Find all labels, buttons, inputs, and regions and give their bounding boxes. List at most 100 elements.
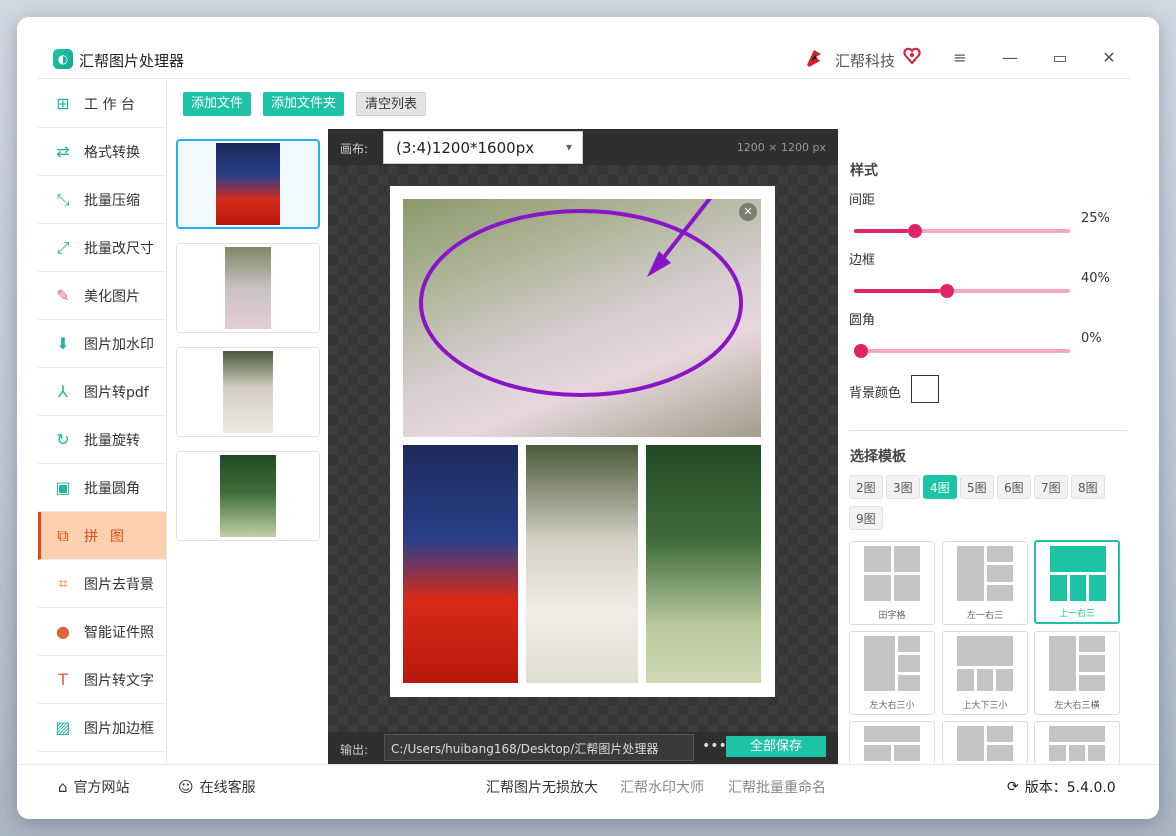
compress-icon: ⤡ — [56, 189, 70, 209]
template-card-partial[interactable] — [849, 721, 935, 764]
sidebar-item-label: 工 作 台 — [84, 96, 135, 113]
template-card-top-one-right-three[interactable]: 上一右三 — [1034, 540, 1120, 624]
sidebar-item-watermark[interactable]: ⬇ 图片加水印 — [38, 320, 166, 368]
template-card-left-big-right-three[interactable]: 左大右三小 — [849, 631, 935, 715]
radius-slider[interactable] — [854, 344, 1070, 358]
sidebar-item-compress[interactable]: ⤡ 批量压缩 — [38, 176, 166, 224]
maximize-icon[interactable]: ▭ — [1051, 49, 1069, 67]
template-name: 上大下三小 — [962, 701, 1008, 711]
footer-link-upscale[interactable]: 汇帮图片无损放大 — [486, 777, 598, 797]
clear-list-button[interactable]: 清空列表 — [356, 92, 427, 116]
thumbnail-item[interactable] — [176, 139, 320, 229]
sidebar-item-beautify[interactable]: ✎ 美化图片 — [38, 272, 166, 320]
thumbnail-image — [223, 351, 273, 433]
collage-photo-bottom-2[interactable] — [526, 445, 638, 683]
template-count-2[interactable]: 2图 — [849, 475, 883, 499]
border-slider[interactable] — [854, 284, 1070, 298]
pdf-icon: ⅄ — [58, 382, 68, 401]
rounded-corner-icon: ▣ — [55, 478, 71, 497]
template-count-7[interactable]: 7图 — [1034, 475, 1068, 499]
sidebar-item-id-photo[interactable]: ● 智能证件照 — [38, 608, 166, 656]
footer-link-watermark[interactable]: 汇帮水印大师 — [620, 777, 704, 797]
template-count-3[interactable]: 3图 — [886, 475, 920, 499]
app-logo-icon: ◐ — [53, 49, 73, 69]
sidebar-item-puzzle[interactable]: ⧉ 拼图 — [38, 512, 166, 560]
sidebar-item-workbench[interactable]: ⊞ 工 作 台 — [38, 80, 166, 128]
sidebar-item-pdf[interactable]: ⅄ 图片转pdf — [38, 368, 166, 416]
template-layout — [1049, 726, 1105, 761]
frame-icon: ▨ — [55, 718, 71, 737]
collage-photo-bottom-1[interactable] — [403, 445, 518, 683]
canvas-area: 画布: (3:4)1200*1600px ▾ 1200 × 1200 px ✕ — [328, 129, 838, 764]
sidebar-item-rounded[interactable]: ▣ 批量圆角 — [38, 464, 166, 512]
template-count-4[interactable]: 4图 — [923, 475, 957, 499]
version-info[interactable]: ⟳ 版本：5.4.0.0 — [1007, 777, 1116, 797]
bg-color-label: 背景颜色 — [849, 386, 902, 401]
template-card-partial[interactable] — [1034, 721, 1120, 764]
heart-icon[interactable] — [903, 47, 921, 65]
canvas-dimensions: 1200 × 1200 px — [736, 141, 826, 154]
sidebar-item-resize[interactable]: ⤢ 批量改尺寸 — [38, 224, 166, 272]
bg-color-swatch[interactable] — [911, 375, 939, 403]
spacing-slider[interactable] — [854, 224, 1070, 238]
border-value: 40% — [1081, 271, 1110, 286]
slider-knob[interactable] — [940, 284, 955, 298]
slider-knob[interactable] — [854, 344, 868, 358]
official-website-link[interactable]: ⌂ 官方网站 — [58, 777, 130, 797]
text-icon: T — [58, 670, 68, 689]
template-count-9[interactable]: 9图 — [849, 506, 883, 530]
brand-name: 汇帮科技 — [835, 52, 896, 70]
add-file-button[interactable]: 添加文件 — [183, 92, 252, 116]
app-window: ◐ 汇帮图片处理器 汇帮科技 ≡ — ▭ ✕ ⊞ 工 作 台 ⇄ 格式转换 ⤡ 批量压… — [17, 17, 1159, 819]
sidebar-item-frame[interactable]: ▨ 图片加边框 — [38, 704, 166, 752]
template-card-left-one-right-three[interactable]: 左一右三 — [942, 541, 1028, 625]
template-card-top-big-bottom-three[interactable]: 上大下三小 — [942, 631, 1028, 715]
template-card-partial[interactable] — [942, 721, 1028, 764]
headset-icon: ☺ — [178, 778, 194, 796]
output-bar: 输出: C:/Users/huibang168/Desktop/汇帮图片处理器 … — [328, 732, 838, 764]
slider-knob[interactable] — [908, 224, 922, 238]
output-path-input[interactable]: C:/Users/huibang168/Desktop/汇帮图片处理器 — [384, 734, 694, 761]
add-folder-button[interactable]: 添加文件夹 — [263, 92, 345, 116]
close-icon[interactable]: ✕ — [739, 203, 757, 221]
sidebar-item-label: 批量压缩 — [84, 192, 140, 209]
sidebar-item-rotate[interactable]: ↻ 批量旋转 — [38, 416, 166, 464]
collage-photo-top[interactable] — [403, 199, 761, 437]
sidebar-item-remove-bg[interactable]: ⌗ 图片去背景 — [38, 560, 166, 608]
thumbnail-image — [216, 143, 280, 225]
thumbnail-item[interactable] — [176, 243, 320, 333]
footer: ⌂ 官方网站 ☺ 在线客服 汇帮图片无损放大 汇帮水印大师 汇帮批量重命名 ⟳ 版本：… — [17, 764, 1159, 806]
canvas-label: 画布: — [340, 142, 369, 156]
save-all-button[interactable]: 全部保存 — [726, 736, 826, 757]
sidebar-item-ocr[interactable]: T 图片转文字 — [38, 656, 166, 704]
puzzle-icon: ⧉ — [57, 525, 69, 545]
sidebar-item-label: 图片去背景 — [84, 576, 154, 593]
template-count-8[interactable]: 8图 — [1071, 475, 1105, 499]
border-label: 边框 — [849, 253, 876, 268]
minimize-icon[interactable]: — — [1001, 49, 1019, 67]
collage-photo-bottom-3[interactable] — [646, 445, 761, 683]
sidebar-item-format[interactable]: ⇄ 格式转换 — [38, 128, 166, 176]
thumbnail-item[interactable] — [176, 347, 320, 437]
canvas-size-select[interactable]: (3:4)1200*1600px ▾ — [383, 131, 583, 164]
template-layout — [957, 726, 1013, 761]
rotate-icon: ↻ — [56, 430, 70, 449]
template-card-grid[interactable]: 田字格 — [849, 541, 935, 625]
template-count-6[interactable]: 6图 — [997, 475, 1031, 499]
close-icon[interactable]: ✕ — [1100, 49, 1118, 67]
template-title: 选择模板 — [850, 449, 906, 465]
settings-panel: 样式 间距 25% 边框 40% 圆角 0% 背景颜色 选择模板 2图 3图 4… — [843, 129, 1133, 764]
template-card-left-big-right-three-horizontal[interactable]: 左大右三横 — [1034, 631, 1120, 715]
sidebar-item-label: 批量圆角 — [84, 480, 140, 497]
beautify-icon: ✎ — [56, 286, 70, 305]
menu-icon[interactable]: ≡ — [951, 49, 969, 67]
more-icon[interactable]: ••• — [702, 738, 727, 754]
online-support-label: 在线客服 — [199, 780, 256, 796]
version-label: 版本：5.4.0.0 — [1024, 780, 1116, 796]
template-count-5[interactable]: 5图 — [960, 475, 994, 499]
thumbnail-item[interactable] — [176, 451, 320, 541]
online-support-link[interactable]: ☺ 在线客服 — [178, 777, 256, 797]
sidebar-item-label: 格式转换 — [84, 144, 140, 161]
footer-link-rename[interactable]: 汇帮批量重命名 — [728, 777, 826, 797]
sidebar-item-label: 图片转文字 — [84, 672, 154, 689]
